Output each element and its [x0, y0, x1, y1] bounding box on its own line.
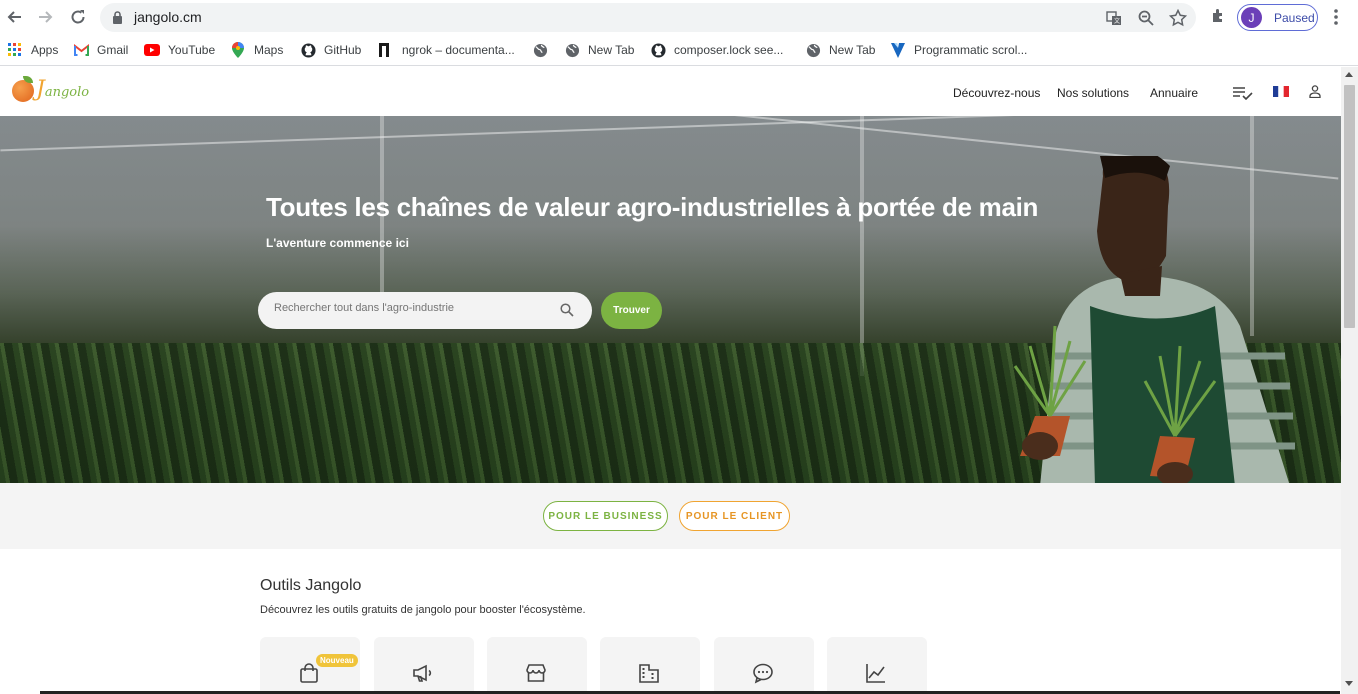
- new-badge: Nouveau: [316, 654, 358, 667]
- hero-title: Toutes les chaînes de valeur agro-indust…: [266, 192, 1039, 222]
- scroll-down-arrow[interactable]: [1345, 681, 1353, 686]
- scroll-up-arrow[interactable]: [1345, 72, 1353, 77]
- greenhouse-beam: [0, 116, 1341, 152]
- back-button[interactable]: [3, 6, 25, 28]
- bookmark-gmail[interactable]: Gmail: [73, 41, 128, 59]
- search-icon[interactable]: [560, 303, 574, 317]
- nav-decouvrez-nous[interactable]: Découvrez-nous: [953, 86, 1040, 100]
- bookmarks-bar: Apps Gmail YouTube Maps GitHub ngrok – d…: [0, 35, 1358, 66]
- reload-button[interactable]: [67, 6, 89, 28]
- maps-pin-icon: [230, 42, 246, 58]
- reload-icon: [71, 10, 85, 24]
- url-text: jangolo.cm: [134, 9, 202, 25]
- globe-icon: [805, 42, 821, 58]
- browser-toolbar: jangolo.cm 文 J Paused: [0, 0, 1358, 35]
- bookmark-ngrok[interactable]: ngrok – documenta...: [378, 41, 515, 59]
- tools-section: Outils Jangolo Découvrez les outils grat…: [0, 549, 1341, 694]
- globe-icon: [564, 42, 580, 58]
- gmail-icon: [73, 42, 89, 58]
- farmer-holding-plants-image: [1013, 156, 1295, 483]
- bookmark-programmatic-scroll[interactable]: Programmatic scrol...: [890, 41, 1027, 59]
- mango-logo-icon: [12, 76, 34, 102]
- tool-card-marketplace[interactable]: Nouveau: [260, 637, 360, 694]
- bookmark-composer-lock[interactable]: composer.lock see...: [650, 41, 783, 59]
- bookmark-new-tab-2[interactable]: New Tab: [805, 41, 875, 59]
- greenhouse-post: [860, 116, 864, 376]
- site-header: Jangolo Découvrez-nous Nos solutions Ann…: [0, 67, 1341, 116]
- hero-search-box: [258, 292, 592, 329]
- tools-description: Découvrez les outils gratuits de jangolo…: [260, 604, 586, 616]
- find-button[interactable]: Trouver: [601, 292, 662, 329]
- scrollbar-thumb[interactable]: [1344, 85, 1355, 328]
- hero-subtitle: L'aventure commence ici: [266, 236, 409, 250]
- bookmark-github[interactable]: GitHub: [300, 41, 361, 59]
- nav-nos-solutions[interactable]: Nos solutions: [1057, 86, 1129, 100]
- chat-bubble-icon: [753, 663, 773, 684]
- github-icon: [650, 42, 666, 58]
- arrow-right-icon: [39, 11, 53, 23]
- ngrok-icon: [378, 42, 394, 58]
- vuetify-icon: [890, 42, 906, 58]
- youtube-icon: [144, 42, 160, 58]
- french-flag-icon[interactable]: [1273, 86, 1289, 97]
- profile-button[interactable]: J Paused: [1237, 4, 1318, 31]
- tool-card-store[interactable]: [487, 637, 587, 694]
- lock-icon: [113, 11, 122, 24]
- bookmark-new-tab-1[interactable]: New Tab: [564, 41, 634, 59]
- bookmark-youtube[interactable]: YouTube: [144, 41, 215, 59]
- address-bar[interactable]: jangolo.cm 文: [100, 3, 1196, 32]
- user-account-icon[interactable]: [1309, 85, 1321, 98]
- arrow-left-icon: [7, 11, 21, 23]
- hero-banner: Toutes les chaînes de valeur agro-indust…: [0, 116, 1341, 483]
- client-tab-button[interactable]: POUR LE CLIENT: [679, 501, 790, 531]
- nav-annuaire[interactable]: Annuaire: [1150, 86, 1198, 100]
- tool-card-advertising[interactable]: [374, 637, 474, 694]
- line-chart-icon: [866, 664, 885, 683]
- more-vertical-icon[interactable]: [1330, 8, 1342, 26]
- bookmark-apps[interactable]: Apps: [7, 41, 58, 59]
- svg-text:文: 文: [1114, 17, 1120, 25]
- tool-card-analytics[interactable]: [827, 637, 927, 694]
- audience-switcher: POUR LE BUSINESS POUR LE CLIENT: [0, 483, 1341, 549]
- bookmark-globe[interactable]: [532, 41, 556, 59]
- megaphone-icon: [413, 664, 432, 682]
- business-tab-button[interactable]: POUR LE BUSINESS: [543, 501, 668, 531]
- building-icon: [639, 664, 659, 683]
- extensions-icon[interactable]: [1210, 7, 1228, 25]
- tool-card-messaging[interactable]: [714, 637, 814, 694]
- search-input[interactable]: [274, 302, 554, 314]
- web-page: Jangolo Découvrez-nous Nos solutions Ann…: [0, 67, 1341, 694]
- star-icon[interactable]: [1169, 9, 1187, 27]
- apps-grid-icon: [7, 42, 23, 58]
- page-scrollbar[interactable]: [1341, 67, 1358, 694]
- forward-button[interactable]: [35, 6, 57, 28]
- jangolo-logo[interactable]: Jangolo: [12, 76, 90, 102]
- translate-icon[interactable]: 文: [1105, 9, 1123, 27]
- globe-icon: [532, 42, 548, 58]
- playlist-check-icon[interactable]: [1233, 86, 1253, 100]
- github-icon: [300, 42, 316, 58]
- tools-title: Outils Jangolo: [260, 577, 362, 594]
- logo-wordmark: Jangolo: [36, 77, 90, 102]
- zoom-icon[interactable]: [1137, 9, 1155, 27]
- shopping-bag-icon: [300, 663, 318, 683]
- avatar: J: [1241, 7, 1262, 28]
- storefront-icon: [526, 664, 546, 682]
- bookmark-maps[interactable]: Maps: [230, 41, 283, 59]
- profile-status: Paused: [1274, 10, 1315, 25]
- tool-card-directory[interactable]: [600, 637, 700, 694]
